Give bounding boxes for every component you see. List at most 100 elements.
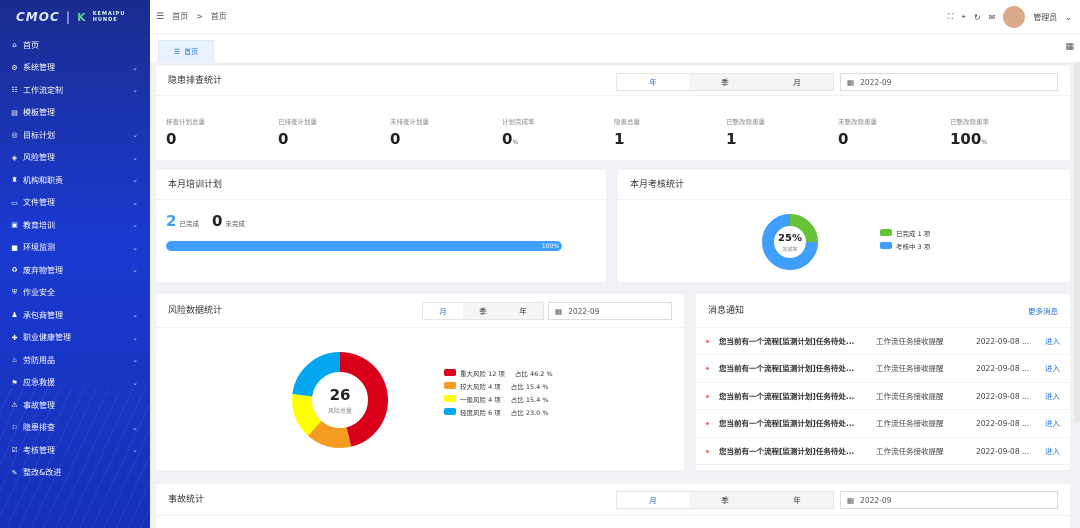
hazard-stat-number: 0 [166,130,177,148]
sidebar-item[interactable]: ⛨ 作业安全 [0,282,150,305]
unread-dot-icon [706,422,709,425]
sidebar-item[interactable]: ✚ 职业健康管理 ⌄ [0,327,150,350]
hazard-stat: 已整改隐患量 1 [726,116,765,148]
chevron-down-icon: ⌄ [132,356,138,365]
logo-k: K [77,10,87,24]
risk-period-month[interactable]: 月 [423,303,463,319]
sidebar-item[interactable]: ♻ 废弃物管理 ⌄ [0,259,150,282]
legend-swatch [444,408,456,415]
risk-legend-item[interactable]: 较大风险 4 项占比 15.4 % [444,379,553,392]
more-messages-link[interactable]: 更多消息 [1028,306,1058,317]
assessment-legend-item[interactable]: 考核中 3 项 [880,239,930,252]
message-enter-link[interactable]: 进入 [1045,418,1060,429]
unread-dot-icon [706,367,709,370]
message-enter-link[interactable]: 进入 [1045,391,1060,402]
training-progress-track: 100% [166,241,562,251]
message-enter-link[interactable]: 进入 [1045,363,1060,374]
hazard-stat-number: 0 [838,130,849,148]
chevron-down-icon: ⌄ [132,333,138,342]
training-progress-fill: 100% [166,241,562,251]
risk-legend-item[interactable]: 轻度风险 6 项占比 23.0 % [444,405,553,418]
calendar-icon: ▦ [555,306,563,316]
chevron-down-icon[interactable]: ⌄ [1065,13,1072,22]
tag-icon[interactable]: ⌖ [961,12,966,22]
sidebar-item[interactable]: ◈ 风险管理 ⌄ [0,147,150,170]
legend-share: 占比 46.2 % [514,369,553,378]
risk-period-year[interactable]: 年 [503,303,543,319]
message-enter-link[interactable]: 进入 [1045,336,1060,347]
page-scrollbar[interactable] [1074,62,1080,422]
sidebar-item[interactable]: ⚠ 事故管理 [0,394,150,417]
risk-legend-item[interactable]: 重大风险 12 项占比 46.2 % [444,366,553,379]
sidebar-item[interactable]: ♨ 劳防用品 ⌄ [0,349,150,372]
refresh-icon[interactable]: ↻ [974,13,981,22]
rectify-icon: ✎ [11,468,18,477]
legend-label: 重大风险 12 项 [460,369,505,378]
sidebar-item[interactable]: ■ 环境监测 ⌄ [0,237,150,260]
hazard-stat-label: 排查计划总量 [166,118,205,126]
message-date: 2022-09-08 ... [976,364,1030,373]
sidebar-item[interactable]: ♜ 机构和职责 ⌄ [0,169,150,192]
sidebar-item[interactable]: ✎ 整改&改进 [0,462,150,485]
sidebar-item[interactable]: ▤ 模板管理 [0,102,150,125]
message-enter-link[interactable]: 进入 [1045,446,1060,457]
chevron-down-icon: ⌄ [132,131,138,140]
accident-date-picker[interactable]: ▦ 2022-09 [840,491,1058,509]
assessment-center-label: 完成率 [782,246,797,253]
chevron-down-icon: ⌄ [132,266,138,275]
hazard-stat: 未整改隐患量 0 [838,116,877,148]
legend-share: 占比 15.4 % [510,395,549,404]
risk-icon: ◈ [11,153,18,162]
logo-cmoc: CMOC [16,10,60,24]
hazard-stat-value: 0 [278,130,317,148]
tab-home[interactable]: ☰ 首页 [158,40,214,62]
sidebar-item[interactable]: ☑ 考核管理 ⌄ [0,439,150,462]
accident-period-year[interactable]: 年 [761,492,833,508]
sidebar-item-label: 应急救援 [23,378,55,388]
message-title: 您当前有一个流程[监测计划]任务待处... [719,391,855,401]
user-name[interactable]: 管理员 [1033,12,1057,23]
training-undone-label: 未完成 [225,220,245,228]
menu-toggle-icon[interactable]: ☰ [156,12,164,22]
sidebar-item[interactable]: ⚙ 系统管理 ⌄ [0,57,150,80]
sidebar-item[interactable]: ▭ 文件管理 ⌄ [0,192,150,215]
sidebar-item[interactable]: ♟ 承包商管理 ⌄ [0,304,150,327]
hazard-period-month[interactable]: 月 [761,74,833,90]
hazard-period-year[interactable]: 年 [617,74,689,90]
calendar-icon: ▦ [847,495,855,505]
risk-date-picker[interactable]: ▦ 2022-09 [548,302,672,320]
risk-card: 风险数据统计 月 季 年 ▦ 2022-09 26 风险总量 重大风险 12 项… [156,294,684,470]
sidebar-item[interactable]: ⚑ 应急救援 ⌄ [0,372,150,395]
training-undone-value: 0 [211,212,223,230]
hazard-stat-number: 100 [950,130,982,148]
emergency-icon: ⚑ [11,378,18,387]
sidebar-item[interactable]: ▣ 教育培训 ⌄ [0,214,150,237]
sidebar-item[interactable]: ⌂ 首页 [0,34,150,57]
accident-period-quarter[interactable]: 季 [689,492,761,508]
hazard-period-quarter[interactable]: 季 [689,74,761,90]
breadcrumb-root[interactable]: 首页 [172,11,188,22]
risk-legend-item[interactable]: 一般风险 4 项占比 15.4 % [444,392,553,405]
sidebar-item-label: 模板管理 [23,108,55,118]
org-icon: ♜ [11,176,18,185]
message-title: 您当前有一个流程[监测计划]任务待处... [719,336,855,346]
hazard-stat-value: 1 [614,130,640,148]
sidebar-item-label: 考核管理 [23,445,55,455]
hazard-stat-label: 已排查计划量 [278,118,317,126]
risk-period-quarter[interactable]: 季 [463,303,503,319]
sidebar-item[interactable]: ◎ 目标计划 ⌄ [0,124,150,147]
message-category: 工作流任务接收提醒 [876,391,944,401]
accident-period-month[interactable]: 月 [617,492,689,508]
sidebar-item[interactable]: ⚐ 隐患排查 ⌄ [0,417,150,440]
fullscreen-icon[interactable]: ⛶ [948,12,954,22]
hazard-date-picker[interactable]: ▦ 2022-09 [840,73,1058,91]
grid-icon[interactable]: ▦ [1065,42,1074,52]
assessment-legend-item[interactable]: 已完成 1 项 [880,226,930,239]
avatar[interactable] [1003,6,1026,28]
sidebar-item-label: 系统管理 [23,63,55,73]
assessment-title: 本月考核统计 [618,170,1070,200]
message-icon[interactable]: ✉ [989,13,996,22]
sidebar-item[interactable]: ☷ 工作流定制 ⌄ [0,79,150,102]
legend-label: 考核中 3 项 [896,242,931,251]
legend-share: 占比 23.0 % [510,408,549,417]
